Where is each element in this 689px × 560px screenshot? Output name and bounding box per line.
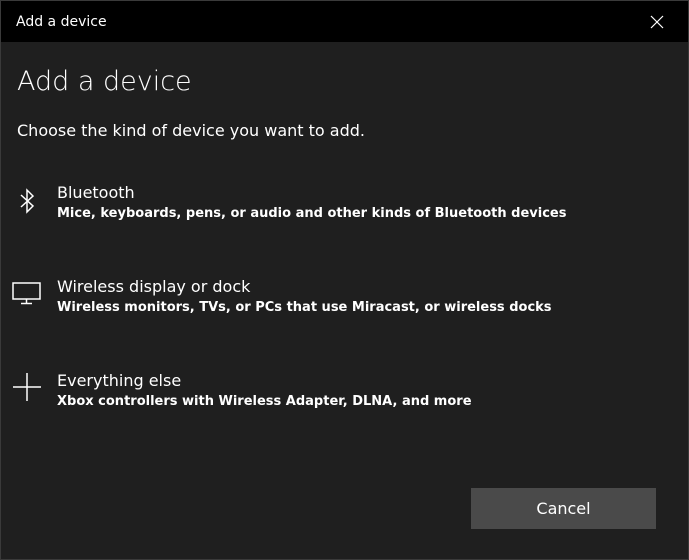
option-title: Everything else	[57, 371, 182, 390]
close-icon	[650, 15, 664, 28]
option-title: Bluetooth	[57, 183, 135, 202]
window-title: Add a device	[16, 14, 107, 30]
page-subtitle: Choose the kind of device you want to ad…	[17, 121, 365, 140]
title-bar: Add a device	[1, 1, 688, 42]
close-button[interactable]	[626, 1, 688, 42]
option-title: Wireless display or dock	[57, 277, 251, 296]
option-everything-else[interactable]: Everything else Xbox controllers with Wi…	[1, 363, 688, 445]
bluetooth-icon	[11, 185, 43, 217]
option-description: Mice, keyboards, pens, or audio and othe…	[57, 206, 567, 221]
option-description: Xbox controllers with Wireless Adapter, …	[57, 394, 472, 409]
page-title: Add a device	[17, 66, 192, 97]
plus-icon	[11, 371, 43, 403]
monitor-icon	[11, 277, 43, 309]
option-bluetooth[interactable]: Bluetooth Mice, keyboards, pens, or audi…	[1, 175, 688, 257]
option-wireless-display[interactable]: Wireless display or dock Wireless monito…	[1, 269, 688, 351]
option-description: Wireless monitors, TVs, or PCs that use …	[57, 300, 552, 315]
add-device-dialog: Add a device Add a device Choose the kin…	[0, 0, 689, 560]
cancel-button[interactable]: Cancel	[471, 488, 656, 529]
